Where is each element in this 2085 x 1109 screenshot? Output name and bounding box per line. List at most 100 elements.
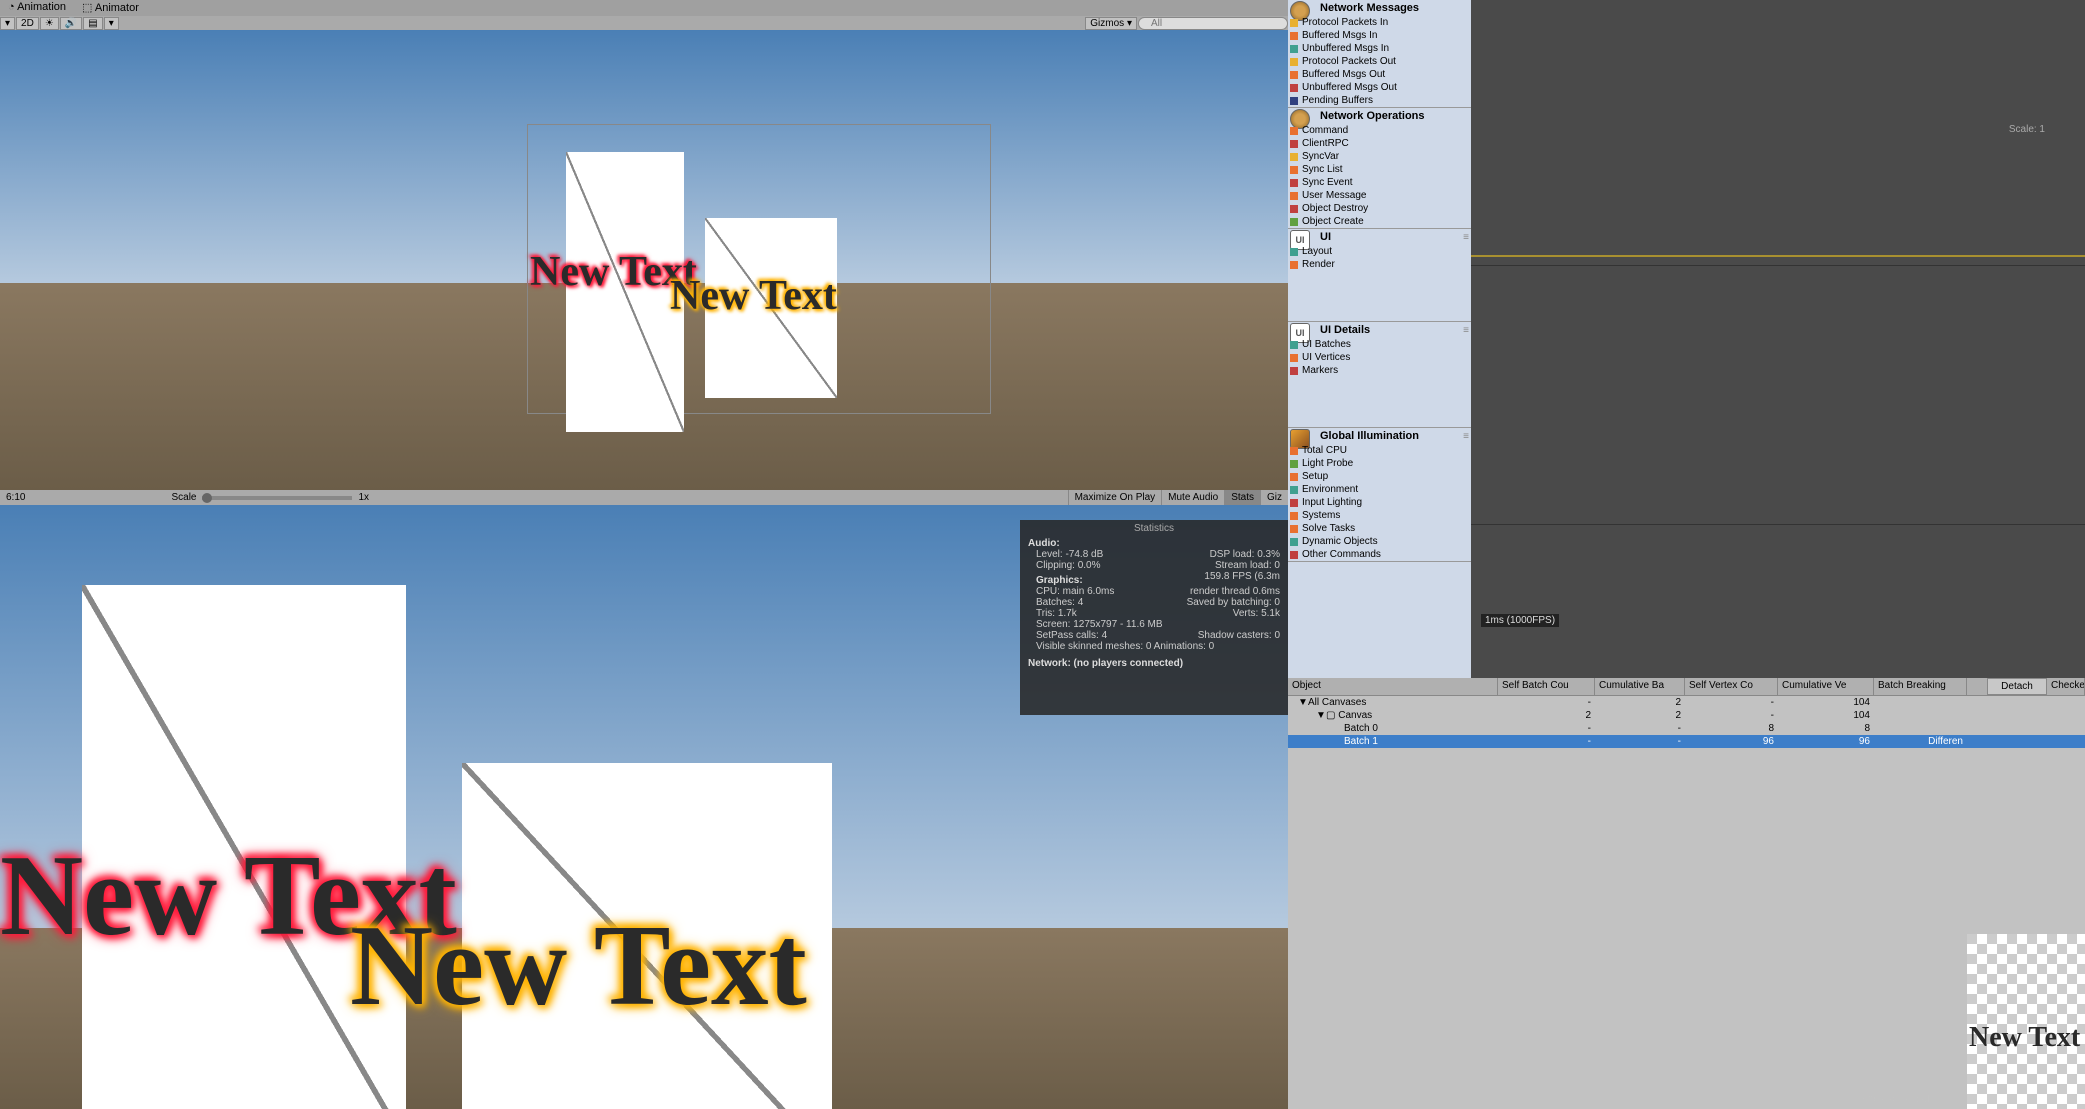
detach-button[interactable]: Detach <box>1987 678 2047 695</box>
net-msg-item[interactable]: Pending Buffers <box>1288 94 1471 107</box>
gi-item[interactable]: Input Lighting <box>1288 496 1471 509</box>
options-icon[interactable]: ≡ <box>1463 431 1469 442</box>
net-ops-item[interactable]: Sync Event <box>1288 176 1471 189</box>
watermark: https://blog.csdn <box>1862 1094 1935 1105</box>
col-self-vertex[interactable]: Self Vertex Co <box>1685 678 1778 695</box>
net-msg-item[interactable]: Protocol Packets Out <box>1288 55 1471 68</box>
toggle-lighting[interactable]: ☀ <box>40 17 59 30</box>
net-ops-item[interactable]: Object Destroy <box>1288 202 1471 215</box>
gi-title: Global Illumination <box>1320 430 1419 442</box>
aspect-ratio[interactable]: 6:10 <box>0 492 31 503</box>
gi-item[interactable]: Environment <box>1288 483 1471 496</box>
fps-label: 1ms (1000FPS) <box>1481 614 1559 627</box>
gi-item[interactable]: Solve Tasks <box>1288 522 1471 535</box>
gi-item[interactable]: Systems <box>1288 509 1471 522</box>
profiler-network-operations[interactable]: × Network Operations Command ClientRPC S… <box>1288 108 1471 229</box>
gi-item[interactable]: Setup <box>1288 470 1471 483</box>
gi-item[interactable]: Dynamic Objects <box>1288 535 1471 548</box>
scene-text-yellow[interactable]: New Text <box>670 272 837 320</box>
gi-item[interactable]: Light Probe <box>1288 457 1471 470</box>
tab-animator[interactable]: ⬚ Animator <box>74 0 147 16</box>
table-body: ▼All Canvases-2-104▼▢ Canvas22-104Batch … <box>1288 696 2085 748</box>
stats-fps: 159.8 FPS (6.3m <box>1204 571 1280 586</box>
graph-section-ui <box>1471 265 2085 525</box>
mute-audio[interactable]: Mute Audio <box>1161 490 1224 505</box>
net-ops-item[interactable]: Command <box>1288 124 1471 137</box>
col-object[interactable]: Object <box>1288 678 1498 695</box>
gi-item[interactable]: Total CPU <box>1288 444 1471 457</box>
table-row[interactable]: Batch 0--88 <box>1288 722 2085 735</box>
stats-network: Network: (no players connected) <box>1028 658 1280 669</box>
gizmos-dropdown[interactable]: Gizmos ▾ <box>1085 17 1137 30</box>
dropdown-fx[interactable]: ▾ <box>104 17 119 30</box>
graph-scale: Scale: 1 <box>2009 124 2045 135</box>
dropdown-shading[interactable]: ▾ <box>0 17 15 30</box>
ui-details-item[interactable]: UI Vertices <box>1288 351 1471 364</box>
net-msg-item[interactable]: Protocol Packets In <box>1288 16 1471 29</box>
stats-saved: Saved by batching: 0 <box>1187 597 1280 608</box>
slider-thumb[interactable] <box>202 493 212 503</box>
ui-details-item[interactable]: UI Batches <box>1288 338 1471 351</box>
game-text-yellow: New Text <box>350 900 807 1032</box>
tab-animation[interactable]: ◔ Animation <box>0 0 74 16</box>
net-msg-item[interactable]: Buffered Msgs Out <box>1288 68 1471 81</box>
toggle-fx[interactable]: ▤ <box>83 17 102 30</box>
slider-track[interactable] <box>202 496 352 500</box>
stats-cpu: CPU: main 6.0ms <box>1036 586 1114 597</box>
stats-graphics-label: Graphics: <box>1036 575 1083 586</box>
stats-clipping: Clipping: 0.0% <box>1036 560 1100 571</box>
stats-dsp: DSP load: 0.3% <box>1210 549 1280 560</box>
net-ops-item[interactable]: User Message <box>1288 189 1471 202</box>
net-msg-item[interactable]: Unbuffered Msgs Out <box>1288 81 1471 94</box>
stats-toggle[interactable]: Stats <box>1224 490 1260 505</box>
stats-screen: Screen: 1275x797 - 11.6 MB <box>1028 619 1280 630</box>
col-cumulative-vertex[interactable]: Cumulative Ve <box>1778 678 1874 695</box>
stats-tris: Tris: 1.7k <box>1036 608 1077 619</box>
profiler-ui[interactable]: × UIUI≡ Layout Render <box>1288 229 1471 322</box>
toggle-2d[interactable]: 2D <box>16 17 39 30</box>
col-cumulative-batch[interactable]: Cumulative Ba <box>1595 678 1685 695</box>
net-ops-item[interactable]: ClientRPC <box>1288 137 1471 150</box>
options-icon[interactable]: ≡ <box>1463 232 1469 243</box>
scene-view[interactable]: New Text New Text <box>0 30 1288 490</box>
net-msg-item[interactable]: Unbuffered Msgs In <box>1288 42 1471 55</box>
gi-item[interactable]: Other Commands <box>1288 548 1471 561</box>
scale-slider[interactable]: Scale 1x <box>171 492 369 503</box>
profiler-modules: Network Messages Protocol Packets In Buf… <box>1288 0 1471 678</box>
ui-details-item[interactable]: Markers <box>1288 364 1471 377</box>
table-row[interactable]: ▼▢ Canvas22-104 <box>1288 709 2085 722</box>
scene-search[interactable] <box>1138 17 1288 30</box>
net-msg-item[interactable]: Buffered Msgs In <box>1288 29 1471 42</box>
stats-shadow: Shadow casters: 0 <box>1198 630 1280 641</box>
table-row[interactable]: ▼All Canvases-2-104 <box>1288 696 2085 709</box>
net-ops-item[interactable]: Sync List <box>1288 163 1471 176</box>
stats-verts: Verts: 5.1k <box>1233 608 1280 619</box>
maximize-on-play[interactable]: Maximize On Play <box>1068 490 1162 505</box>
options-icon[interactable]: ≡ <box>1463 325 1469 336</box>
col-checker[interactable]: Checke <box>2047 678 2085 695</box>
stats-batches: Batches: 4 <box>1036 597 1083 608</box>
table-header: Object Self Batch Cou Cumulative Ba Self… <box>1288 678 2085 696</box>
ui-item[interactable]: Layout <box>1288 245 1471 258</box>
profiler-network-messages[interactable]: Network Messages Protocol Packets In Buf… <box>1288 0 1471 108</box>
toggle-audio[interactable]: 🔊 <box>60 17 82 30</box>
stats-level: Level: -74.8 dB <box>1036 549 1103 560</box>
stats-stream: Stream load: 0 <box>1215 560 1280 571</box>
ui-item[interactable]: Render <box>1288 258 1471 271</box>
table-row[interactable]: Batch 1--9696Differen <box>1288 735 2085 748</box>
graph-line <box>1471 255 2085 257</box>
preview-checker: New Text <box>1967 934 2085 1109</box>
stats-title: Statistics <box>1028 523 1280 534</box>
col-self-batch[interactable]: Self Batch Cou <box>1498 678 1595 695</box>
profiler-global-illumination[interactable]: × Global Illumination≡ Total CPU Light P… <box>1288 428 1471 562</box>
net-ops-item[interactable]: SyncVar <box>1288 150 1471 163</box>
preview-text: New Text <box>1969 1022 2080 1054</box>
col-batch-breaking[interactable]: Batch Breaking <box>1874 678 1967 695</box>
game-toolbar: 6:10 Scale 1x Maximize On Play Mute Audi… <box>0 490 1288 505</box>
net-ops-item[interactable]: Object Create <box>1288 215 1471 228</box>
stats-skinned: Visible skinned meshes: 0 Animations: 0 <box>1028 641 1280 652</box>
profiler-graph[interactable]: Scale: 1 1ms (1000FPS) <box>1471 0 2085 678</box>
profiler-ui-details[interactable]: × UIUI Details≡ UI Batches UI Vertices M… <box>1288 322 1471 428</box>
gizmos-game[interactable]: Giz <box>1260 490 1288 505</box>
scale-label: Scale <box>171 492 196 503</box>
